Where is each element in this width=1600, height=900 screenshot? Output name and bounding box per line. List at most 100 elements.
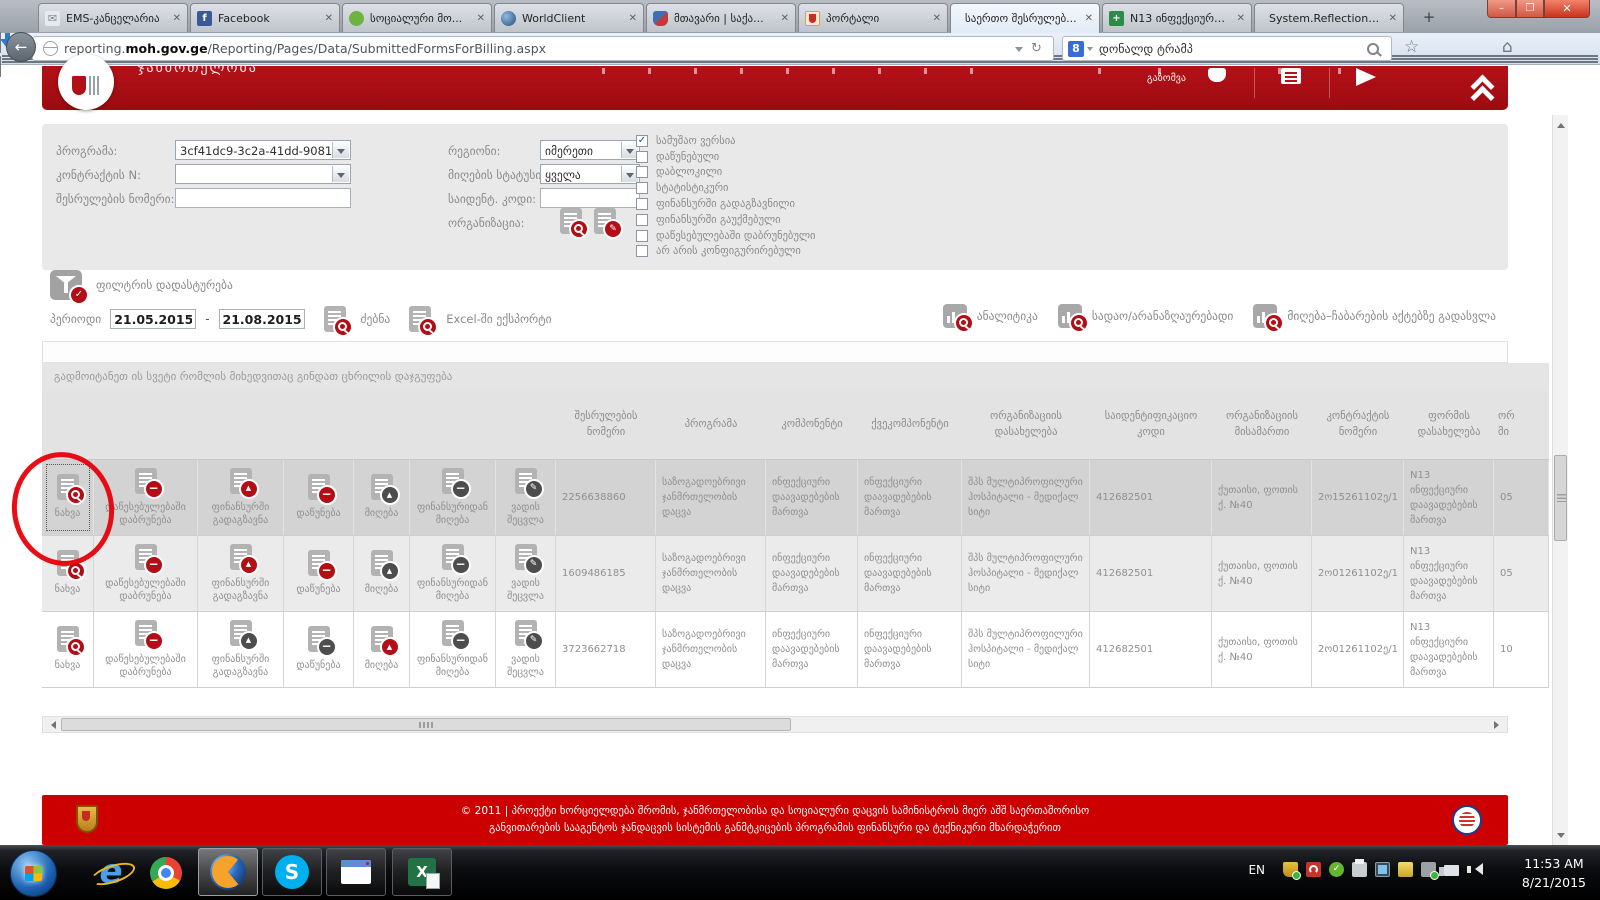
- search-bar[interactable]: 8 დონალდ ტრამპ: [1062, 36, 1392, 61]
- filter-checkbox-row[interactable]: ფინანსურში გადაგზავნილი: [636, 196, 815, 212]
- firefox-taskbar-button[interactable]: [198, 848, 258, 896]
- bookmark-star-icon[interactable]: ☆: [1404, 37, 1419, 57]
- tab-close-icon[interactable]: ✕: [477, 13, 485, 24]
- column-header[interactable]: კომპონენტი: [766, 391, 858, 459]
- browser-tab[interactable]: N13 ინფექციური დ...✕: [1102, 3, 1252, 32]
- date-from-input[interactable]: [110, 309, 196, 329]
- header-menu-item[interactable]: გაზომვა: [1147, 73, 1186, 84]
- disputed-label[interactable]: სადაო/არანაზღაურებადი: [1092, 309, 1233, 323]
- horizontal-scrollbar[interactable]: [42, 716, 1508, 733]
- restore-button[interactable]: ❐: [1516, 0, 1544, 18]
- change-term-button[interactable]: ვადის შეცვლა: [496, 612, 556, 687]
- column-header[interactable]: პროგრამა: [656, 391, 766, 459]
- internet-explorer-icon[interactable]: e: [92, 853, 130, 891]
- send-to-financial-button[interactable]: ფინანსურში გადაგზავნა: [198, 536, 284, 611]
- confirm-filter-button[interactable]: ფილტრის დადასტურება: [50, 270, 233, 300]
- scroll-right-icon[interactable]: [1490, 717, 1507, 732]
- close-button[interactable]: ✕: [1544, 0, 1590, 18]
- scroll-down-icon[interactable]: [1553, 829, 1568, 845]
- usb-tray-icon[interactable]: [1421, 862, 1436, 877]
- tab-close-icon[interactable]: ✕: [1389, 13, 1397, 24]
- column-header[interactable]: ორგანიზაციის მისამართი: [1212, 391, 1312, 459]
- profile-icon[interactable]: [1204, 68, 1230, 86]
- checkbox-icon[interactable]: [636, 182, 648, 194]
- excel-export-icon[interactable]: [409, 306, 431, 332]
- filter-checkbox-row[interactable]: სტატისტიკური: [636, 180, 815, 196]
- tab-close-icon[interactable]: ✕: [933, 13, 941, 24]
- browser-tab[interactable]: საერთო შესრულებ...✕: [950, 3, 1100, 33]
- scroll-up-icon[interactable]: [1553, 115, 1568, 131]
- checkbox-icon[interactable]: [636, 230, 648, 242]
- printer-tray-icon[interactable]: [1352, 862, 1367, 877]
- language-indicator[interactable]: EN: [1248, 863, 1265, 877]
- filter-checkbox-row[interactable]: არ არის კონფიგურირებული: [636, 244, 815, 260]
- change-term-button[interactable]: ვადის შეცვლა: [496, 460, 556, 535]
- reload-icon[interactable]: [1031, 42, 1045, 56]
- region-select[interactable]: იმერეთი: [540, 140, 640, 160]
- filter-checkbox-row[interactable]: დაწუნებული: [636, 149, 815, 165]
- date-to-input[interactable]: [219, 309, 305, 329]
- checkbox-icon[interactable]: [636, 166, 648, 178]
- grouping-hint-band[interactable]: გადმოიტანეთ ის სვეტი რომლის მიხედვითაც გ…: [42, 363, 1549, 391]
- tab-close-icon[interactable]: ✕: [173, 13, 181, 24]
- tab-close-icon[interactable]: ✕: [1085, 13, 1093, 24]
- reject-button[interactable]: დაწუნება: [284, 536, 354, 611]
- search-button-icon[interactable]: [324, 306, 346, 332]
- checkbox-icon[interactable]: [636, 198, 648, 210]
- search-engine-icon[interactable]: 8: [1068, 41, 1084, 57]
- filter-checkbox-row[interactable]: სამუშაო ვერსია: [636, 133, 815, 149]
- scroll-left-icon[interactable]: [43, 717, 60, 732]
- adobe-tray-icon[interactable]: [1306, 862, 1321, 877]
- column-header[interactable]: საიდენტიფიკაციო კოდი: [1090, 391, 1212, 459]
- column-header[interactable]: ფორმის დასახელება: [1404, 391, 1494, 459]
- column-header[interactable]: ორგანიზაციის დასახელება: [962, 391, 1090, 459]
- column-header[interactable]: შესრულების ნომერი: [556, 391, 656, 459]
- reject-button[interactable]: დაწუნება: [284, 612, 354, 687]
- chrome-icon[interactable]: [150, 857, 182, 889]
- browser-tab[interactable]: სოციალური მო...✕: [342, 3, 492, 32]
- tab-close-icon[interactable]: ✕: [629, 13, 637, 24]
- new-tab-button[interactable]: +: [1416, 6, 1442, 28]
- skype-taskbar-button[interactable]: [262, 848, 322, 896]
- acts-label[interactable]: მიღება–ჩაბარების აქტებზე გადასვლა: [1287, 309, 1496, 323]
- excel-export-label[interactable]: Excel-ში ექსპორტი: [446, 312, 551, 326]
- status-select[interactable]: ყველა: [540, 164, 640, 184]
- analytics-icon[interactable]: [943, 304, 967, 328]
- vertical-scroll-thumb[interactable]: [1554, 455, 1567, 541]
- browser-tab[interactable]: System.Reflection.Ta...✕: [1254, 3, 1404, 32]
- organization-search-icon[interactable]: [560, 208, 582, 234]
- filter-checkbox-row[interactable]: დაბლოკილი: [636, 165, 815, 181]
- checkbox-icon[interactable]: [636, 214, 648, 226]
- send-to-financial-button[interactable]: ფინანსურში გადაგზავნა: [198, 460, 284, 535]
- filter-checkbox-row[interactable]: დაწესებულებაში დაბრუნებული: [636, 228, 815, 244]
- column-header[interactable]: ქვეკომპონენტი: [858, 391, 962, 459]
- app-window-taskbar-button[interactable]: [326, 848, 386, 896]
- browser-tab[interactable]: პორტალი✕: [798, 3, 948, 32]
- checkbox-icon[interactable]: [636, 151, 648, 163]
- vertical-scrollbar[interactable]: [1552, 115, 1568, 845]
- url-bar[interactable]: reporting.moh.gov.ge/Reporting/Pages/Dat…: [32, 36, 1054, 61]
- browser-tab[interactable]: Facebook✕: [190, 3, 340, 32]
- reject-button[interactable]: დაწუნება: [284, 460, 354, 535]
- acts-icon[interactable]: [1253, 304, 1277, 328]
- home-icon[interactable]: ⌂: [1502, 37, 1513, 57]
- browser-tab[interactable]: მთავარი | საქა...✕: [646, 3, 796, 32]
- accept-from-financial-button[interactable]: ფინანსურიდან მიღება: [410, 460, 496, 535]
- accept-from-financial-button[interactable]: ფინანსურიდან მიღება: [410, 536, 496, 611]
- change-term-button[interactable]: ვადის შეცვლა: [496, 536, 556, 611]
- taskbar-clock[interactable]: 11:53 AM 8/21/2015: [1522, 854, 1586, 893]
- collapse-header-icon[interactable]: [1470, 78, 1494, 104]
- organization-edit-icon[interactable]: [594, 208, 616, 234]
- tab-close-icon[interactable]: ✕: [781, 13, 789, 24]
- view-button[interactable]: ნახვა: [42, 612, 94, 687]
- column-header-partial[interactable]: ორმი: [1494, 391, 1549, 459]
- accept-button[interactable]: მიღება: [354, 612, 410, 687]
- logout-icon[interactable]: [1354, 68, 1380, 86]
- browser-tab[interactable]: WorldClient✕: [494, 3, 644, 32]
- minimize-button[interactable]: –: [1487, 0, 1516, 18]
- send-to-financial-button[interactable]: ფინანსურში გადაგზავნა: [198, 612, 284, 687]
- return-to-institution-button[interactable]: დაწესებულებაში დაბრუნება: [94, 536, 198, 611]
- start-button[interactable]: [10, 850, 57, 897]
- url-dropdown-icon[interactable]: [1015, 47, 1023, 56]
- messenger-tray-icon[interactable]: [1329, 862, 1344, 877]
